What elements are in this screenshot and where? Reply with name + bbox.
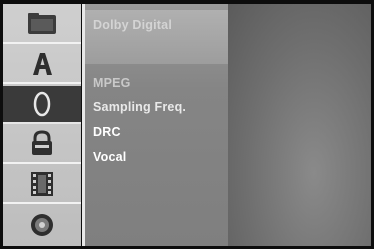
film-icon	[31, 172, 53, 196]
option-panel	[228, 4, 371, 246]
setup-sidebar	[3, 4, 81, 246]
sidebar-tab-language[interactable]	[3, 46, 81, 84]
sidebar-tab-display[interactable]	[3, 166, 81, 204]
sidebar-tab-general[interactable]	[3, 6, 81, 44]
menu-item-sampling-freq[interactable]: Sampling Freq.	[93, 100, 186, 114]
sidebar-tab-audio[interactable]	[3, 86, 81, 124]
letter-a-icon	[33, 53, 52, 75]
lock-icon	[32, 130, 52, 155]
menu-item-vocal[interactable]: Vocal	[93, 150, 126, 164]
sidebar-tab-lock[interactable]	[3, 126, 81, 164]
audio-menu: Dolby Digital MPEG Sampling Freq. DRC Vo…	[85, 4, 228, 246]
disc-icon	[31, 214, 53, 236]
audio-icon	[33, 91, 51, 117]
menu-item-dolby-digital[interactable]: Dolby Digital	[93, 18, 172, 32]
folder-icon	[28, 13, 56, 34]
sidebar-tab-disc[interactable]	[3, 206, 81, 244]
menu-item-mpeg[interactable]: MPEG	[93, 76, 131, 90]
menu-item-drc[interactable]: DRC	[93, 125, 121, 139]
